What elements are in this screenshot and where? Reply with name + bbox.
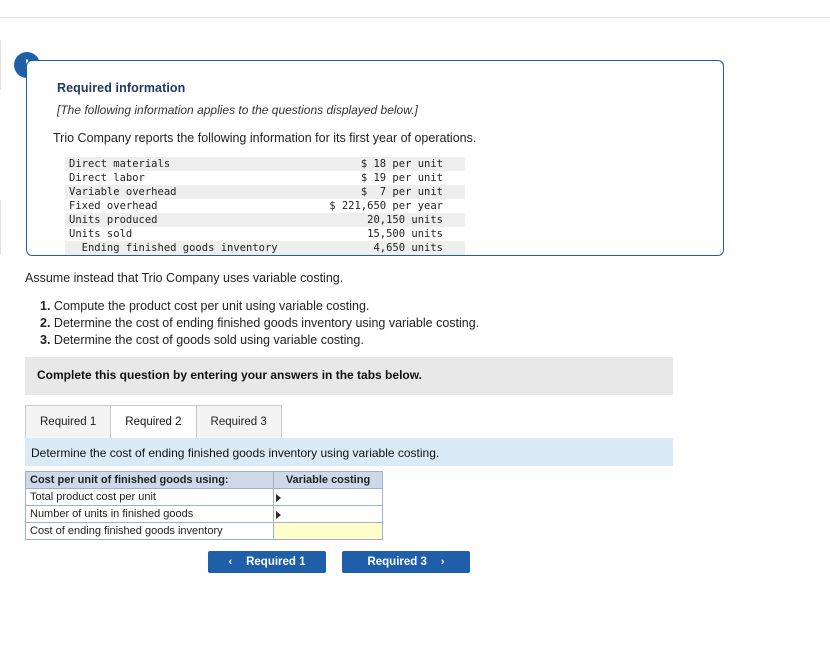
next-required-button[interactable]: Required 3 › <box>342 551 470 573</box>
data-value: $ 7 per unit <box>360 186 443 198</box>
left-edge-marker-bottom <box>0 200 1 255</box>
row-label-total-product-cost: Total product cost per unit <box>25 488 274 506</box>
table-row: Total product cost per unit <box>25 488 383 506</box>
column-header-variable-costing: Variable costing <box>273 471 383 489</box>
requirement-number: 3. <box>40 333 51 347</box>
caret-indicator-icon <box>276 511 281 519</box>
answer-table: Cost per unit of finished goods using: V… <box>25 471 383 540</box>
requirement-text: Determine the cost of goods sold using v… <box>50 333 364 347</box>
caret-indicator-icon <box>276 494 281 502</box>
previous-required-label: Required 1 <box>246 556 306 568</box>
tab-required-3[interactable]: Required 3 <box>195 405 282 438</box>
requirement-text: Compute the product cost per unit using … <box>50 299 370 313</box>
table-row: Direct materials $ 18 per unit <box>65 157 465 171</box>
table-row: Units sold 15,500 units <box>65 227 465 241</box>
requirements-list: 1. Compute the product cost per unit usi… <box>40 298 479 349</box>
data-value: $ 221,650 per year <box>329 200 443 212</box>
data-value: 4,650 units <box>373 242 443 254</box>
required-information-title: Required information <box>57 81 186 95</box>
requirement-tabs: Required 1 Required 2 Required 3 <box>25 405 282 438</box>
requirement-text: Determine the cost of ending finished go… <box>50 316 480 330</box>
list-item: 1. Compute the product cost per unit usi… <box>40 298 479 315</box>
tab-required-1[interactable]: Required 1 <box>25 405 112 438</box>
tab-required-2[interactable]: Required 2 <box>110 405 197 438</box>
input-cell-total-product-cost[interactable] <box>273 488 383 506</box>
previous-required-button[interactable]: ‹ Required 1 <box>208 551 326 573</box>
list-item: 3. Determine the cost of goods sold usin… <box>40 332 479 349</box>
input-cell-number-of-units[interactable] <box>273 505 383 523</box>
chevron-left-icon: ‹ <box>228 556 233 568</box>
data-value: $ 19 per unit <box>360 172 443 184</box>
row-label-cost-of-ending-inventory: Cost of ending finished goods inventory <box>25 522 274 540</box>
instruction-strip: Determine the cost of ending finished go… <box>25 438 673 466</box>
complete-question-bar: Complete this question by entering your … <box>25 357 673 395</box>
data-value: $ 18 per unit <box>360 158 443 170</box>
data-label: Fixed overhead <box>69 200 158 212</box>
data-label: Direct materials <box>69 158 171 170</box>
complete-question-text: Complete this question by entering your … <box>37 368 422 382</box>
total-product-cost-input[interactable] <box>274 489 382 505</box>
table-row: Units produced 20,150 units <box>65 213 465 227</box>
table-row: Fixed overhead $ 221,650 per year <box>65 199 465 213</box>
left-edge-marker-top <box>0 40 1 90</box>
table-row: Number of units in finished goods <box>25 505 383 523</box>
data-label: Variable overhead <box>69 186 177 198</box>
data-label: Direct labor <box>69 172 145 184</box>
column-header-cost-per-unit: Cost per unit of finished goods using: <box>25 471 274 489</box>
required-information-card: Required information [The following info… <box>26 60 724 256</box>
data-label: Units sold <box>69 228 133 240</box>
data-value: 20,150 units <box>367 214 443 226</box>
page-root: ! Required information [The following in… <box>0 0 830 647</box>
chevron-right-icon: › <box>440 556 445 568</box>
next-required-label: Required 3 <box>367 556 427 568</box>
top-divider <box>0 17 830 18</box>
required-information-lead: Trio Company reports the following infor… <box>53 131 477 145</box>
row-label-number-of-units: Number of units in finished goods <box>25 505 274 523</box>
list-item: 2. Determine the cost of ending finished… <box>40 315 479 332</box>
requirement-number: 1. <box>40 299 51 313</box>
table-header-row: Cost per unit of finished goods using: V… <box>25 471 383 489</box>
assume-statement: Assume instead that Trio Company uses va… <box>25 271 344 285</box>
data-label: Units produced <box>69 214 158 226</box>
cost-of-ending-inventory-input[interactable] <box>274 523 382 539</box>
instruction-text: Determine the cost of ending finished go… <box>31 446 440 460</box>
data-value: 15,500 units <box>367 228 443 240</box>
number-of-units-input[interactable] <box>274 506 382 522</box>
table-row: Ending finished goods inventory 4,650 un… <box>65 241 465 255</box>
requirement-number: 2. <box>40 316 51 330</box>
required-information-subtitle: [The following information applies to th… <box>57 103 418 117</box>
company-data-table: Direct materials $ 18 per unit Direct la… <box>65 157 465 255</box>
table-row: Variable overhead $ 7 per unit <box>65 185 465 199</box>
table-row: Direct labor $ 19 per unit <box>65 171 465 185</box>
data-label: Ending finished goods inventory <box>69 242 278 254</box>
table-row: Cost of ending finished goods inventory <box>25 522 383 540</box>
input-cell-cost-of-ending-inventory[interactable] <box>273 522 383 540</box>
